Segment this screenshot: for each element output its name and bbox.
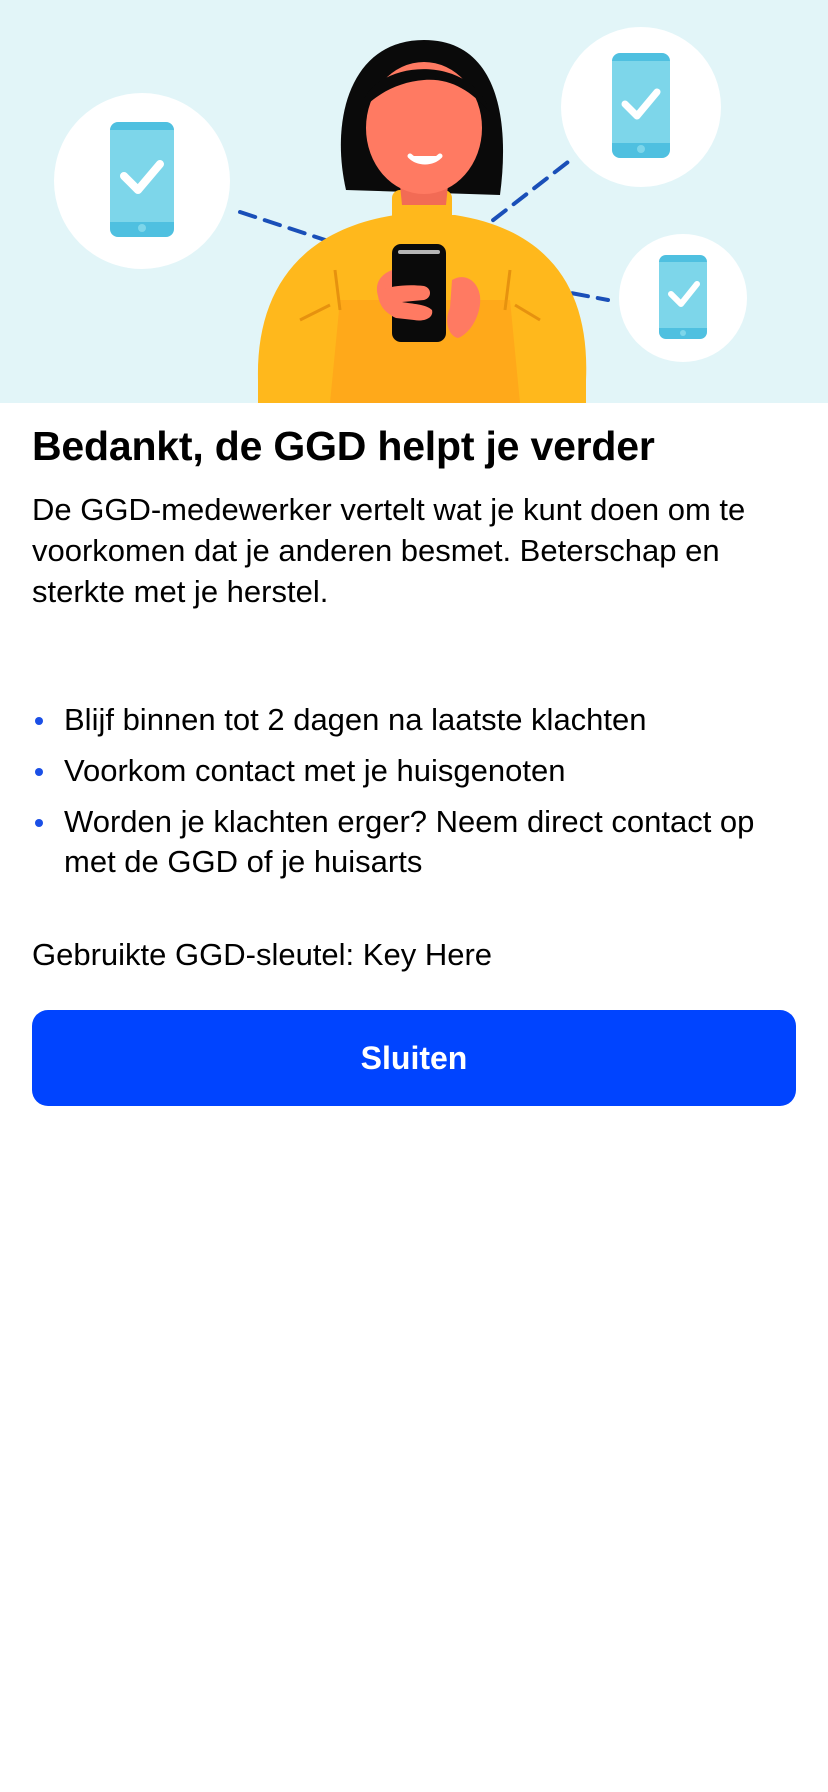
illustration-svg (54, 27, 747, 403)
list-item: Worden je klachten erger? Neem direct co… (32, 802, 796, 882)
top-right-phone-icon (561, 27, 721, 187)
list-item: Voorkom contact met je huisgenoten (32, 751, 796, 791)
advice-list: Blijf binnen tot 2 dagen na laatste klac… (32, 700, 796, 893)
bottom-right-phone-icon (619, 234, 747, 362)
person-figure (257, 40, 587, 403)
bullet-icon (35, 819, 43, 827)
bullet-icon (35, 768, 43, 776)
hero-illustration (0, 0, 828, 403)
ggd-key-text: Gebruikte GGD-sleutel: Key Here (32, 937, 493, 972)
left-phone-icon (54, 93, 230, 269)
list-item-text: Blijf binnen tot 2 dagen na laatste klac… (64, 702, 647, 737)
list-item-text: Voorkom contact met je huisgenoten (64, 753, 566, 788)
close-button[interactable]: Sluiten (32, 1010, 796, 1106)
page-title: Bedankt, de GGD helpt je verder (32, 423, 655, 469)
list-item-text: Worden je klachten erger? Neem direct co… (64, 804, 755, 879)
list-item: Blijf binnen tot 2 dagen na laatste klac… (32, 700, 796, 740)
intro-text: De GGD-medewerker vertelt wat je kunt do… (32, 492, 746, 609)
bullet-icon (35, 717, 43, 725)
